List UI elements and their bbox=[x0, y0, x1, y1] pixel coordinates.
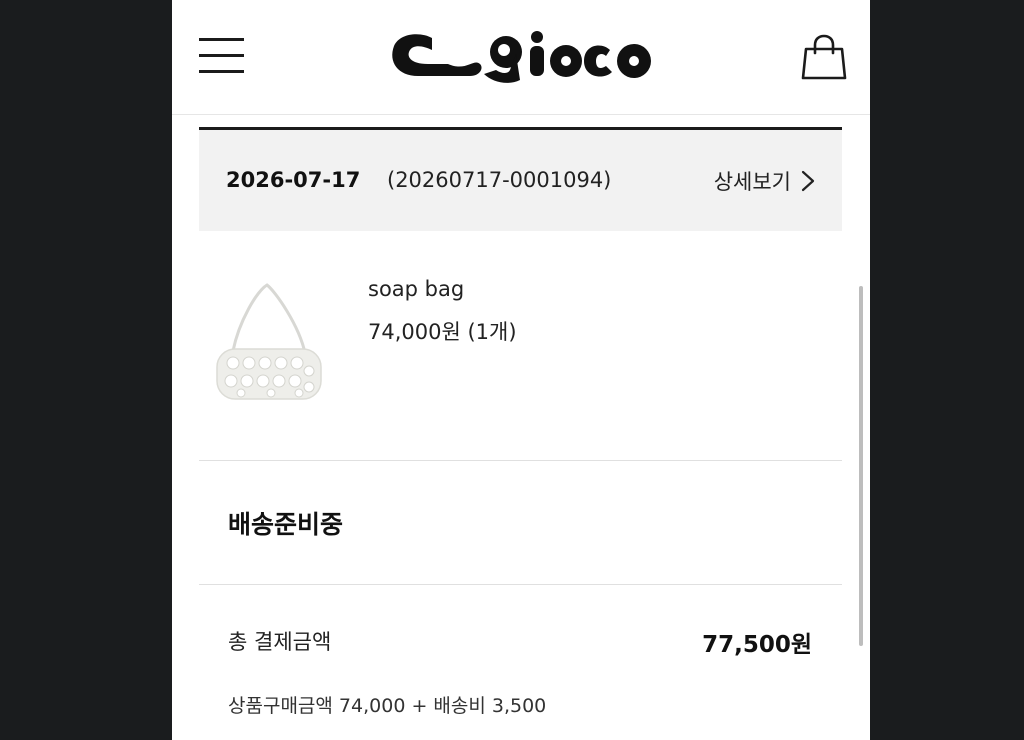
view-details-link[interactable]: 상세보기 bbox=[714, 166, 815, 196]
total-payment-label: 총 결제금액 bbox=[228, 630, 332, 654]
chevron-right-icon bbox=[801, 170, 815, 192]
order-date: 2026-07-17 bbox=[226, 168, 361, 192]
site-header bbox=[172, 0, 870, 115]
order-status-section: 배송준비중 bbox=[199, 461, 842, 585]
order-header: 2026-07-17 (20260717-0001094) 상세보기 bbox=[199, 130, 842, 231]
brand-logo[interactable] bbox=[388, 28, 656, 84]
payment-breakdown: 상품구매금액 74,000 + 배송비 3,500 bbox=[228, 695, 547, 717]
order-number: (20260717-0001094) bbox=[387, 168, 612, 192]
shopping-bag-icon[interactable] bbox=[800, 33, 848, 81]
order-product-item: soap bag 74,000원 (1개) bbox=[199, 231, 842, 461]
product-thumbnail[interactable] bbox=[213, 281, 323, 405]
view-details-label: 상세보기 bbox=[713, 170, 791, 194]
order-status: 배송준비중 bbox=[228, 510, 344, 539]
product-name[interactable]: soap bag bbox=[368, 277, 464, 301]
product-price: 74,000원 (1개) bbox=[368, 320, 517, 344]
scrollbar[interactable] bbox=[859, 286, 863, 646]
total-payment-value: 77,500원 bbox=[702, 632, 812, 658]
mobile-page: 2026-07-17 (20260717-0001094) 상세보기 soap … bbox=[172, 0, 870, 740]
hamburger-menu-icon[interactable] bbox=[199, 38, 244, 74]
